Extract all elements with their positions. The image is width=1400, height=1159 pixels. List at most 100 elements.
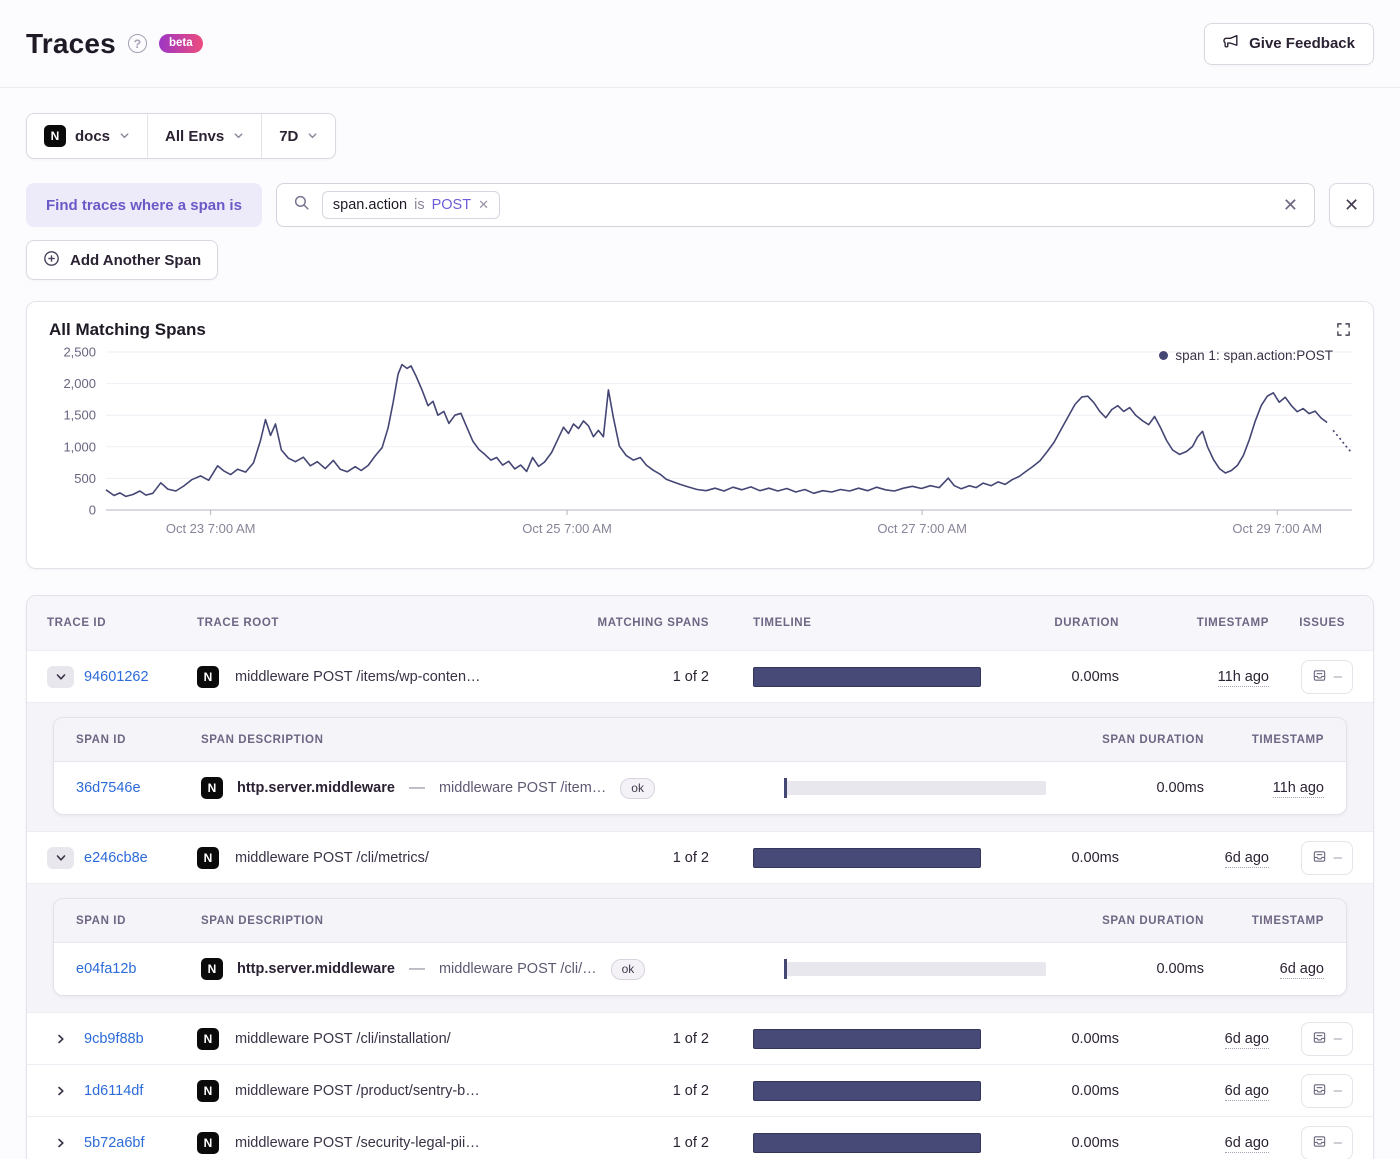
col-span-id: SPAN ID bbox=[76, 733, 126, 746]
trace-id-link[interactable]: 9cb9f88b bbox=[84, 1031, 144, 1047]
chevron-down-icon bbox=[119, 128, 130, 145]
table-row[interactable]: 94601262 N middleware POST /items/wp-con… bbox=[27, 650, 1373, 702]
issues-icon bbox=[1312, 1134, 1327, 1152]
span-timeline-bar[interactable] bbox=[784, 778, 1046, 798]
table-row[interactable]: 9cb9f88b N middleware POST /cli/installa… bbox=[27, 1012, 1373, 1064]
trace-id-link[interactable]: e246cb8e bbox=[84, 850, 148, 866]
trace-id-link[interactable]: 5b72a6bf bbox=[84, 1135, 144, 1151]
span-timeline-tick bbox=[784, 778, 787, 798]
table-row[interactable]: 1d6114df N middleware POST /product/sent… bbox=[27, 1064, 1373, 1116]
filter-token[interactable]: span.action is POST ✕ bbox=[321, 191, 500, 219]
svg-text:2,000: 2,000 bbox=[63, 376, 96, 391]
span-row[interactable]: e04fa12b N http.server.middleware — midd… bbox=[54, 943, 1346, 995]
col-span-id: SPAN ID bbox=[76, 914, 126, 927]
fullscreen-icon[interactable] bbox=[1334, 320, 1353, 342]
beta-badge: beta bbox=[158, 34, 203, 53]
trace-id-link[interactable]: 1d6114df bbox=[84, 1083, 143, 1099]
nextjs-project-icon: N bbox=[197, 1027, 219, 1050]
issues-button[interactable]: – bbox=[1300, 1021, 1353, 1056]
add-another-span-label: Add Another Span bbox=[70, 251, 202, 269]
col-timeline: TIMELINE bbox=[753, 617, 812, 629]
span-description-label: middleware POST /item… bbox=[438, 780, 607, 796]
help-icon[interactable]: ? bbox=[127, 34, 147, 53]
nextjs-project-icon: N bbox=[197, 1131, 219, 1154]
environment-filter-label: All Envs bbox=[165, 127, 225, 145]
svg-text:0: 0 bbox=[89, 503, 96, 518]
col-trace-id: TRACE ID bbox=[47, 617, 107, 629]
issues-count-dash: – bbox=[1333, 1134, 1342, 1151]
span-timestamp-value[interactable]: 11h ago bbox=[1272, 780, 1324, 798]
project-filter[interactable]: N docs bbox=[27, 114, 147, 158]
expand-chevron-icon[interactable] bbox=[47, 846, 74, 869]
timestamp-value[interactable]: 6d ago bbox=[1224, 1082, 1269, 1101]
span-status-badge: ok bbox=[620, 777, 655, 799]
timeline-bar[interactable] bbox=[753, 666, 981, 687]
expand-chevron-icon[interactable] bbox=[47, 1080, 74, 1102]
give-feedback-button[interactable]: Give Feedback bbox=[1204, 22, 1374, 65]
duration-value: 0.00ms bbox=[1071, 1082, 1119, 1099]
issues-count-dash: – bbox=[1333, 1030, 1342, 1047]
issues-button[interactable]: – bbox=[1300, 659, 1353, 694]
span-id-link[interactable]: e04fa12b bbox=[76, 961, 201, 977]
token-remove-icon[interactable]: ✕ bbox=[478, 197, 489, 213]
page-header: Traces ? beta Give Feedback bbox=[0, 0, 1400, 88]
matching-spans-count: 1 of 2 bbox=[672, 1134, 709, 1151]
remove-span-condition-button[interactable]: ✕ bbox=[1329, 183, 1374, 227]
expand-chevron-icon[interactable] bbox=[47, 665, 74, 688]
svg-text:Oct 27 7:00 AM: Oct 27 7:00 AM bbox=[877, 521, 967, 536]
timestamp-value[interactable]: 6d ago bbox=[1224, 1134, 1269, 1153]
table-row[interactable]: e246cb8e N middleware POST /cli/metrics/… bbox=[27, 831, 1373, 883]
timeline-bar[interactable] bbox=[753, 1080, 981, 1101]
timestamp-value[interactable]: 11h ago bbox=[1217, 668, 1269, 687]
span-timestamp-value[interactable]: 6d ago bbox=[1279, 961, 1324, 979]
span-search-input[interactable]: span.action is POST ✕ ✕ bbox=[275, 183, 1315, 227]
issues-button[interactable]: – bbox=[1300, 1073, 1353, 1108]
project-filter-label: docs bbox=[75, 127, 111, 145]
issues-button[interactable]: – bbox=[1300, 1125, 1353, 1159]
col-timestamp: TIMESTAMP bbox=[1196, 617, 1269, 629]
timestamp-value[interactable]: 6d ago bbox=[1224, 1030, 1269, 1049]
matching-spans-count: 1 of 2 bbox=[672, 1030, 709, 1047]
timeline-bar[interactable] bbox=[753, 1132, 981, 1153]
nextjs-project-icon: N bbox=[197, 846, 219, 869]
issues-button[interactable]: – bbox=[1300, 840, 1353, 875]
nextjs-project-icon: N bbox=[44, 125, 66, 147]
matching-spans-chart-panel: All Matching Spans span 1: span.action:P… bbox=[26, 301, 1374, 569]
timestamp-value[interactable]: 6d ago bbox=[1224, 849, 1269, 868]
col-span-duration: SPAN DURATION bbox=[1102, 914, 1204, 927]
page-title: Traces bbox=[26, 27, 116, 59]
spans-subtable: SPAN ID SPAN DESCRIPTION SPAN DURATION T… bbox=[53, 898, 1347, 996]
chart-title: All Matching Spans bbox=[49, 320, 206, 339]
search-clear-icon[interactable]: ✕ bbox=[1283, 195, 1298, 216]
plus-circle-icon bbox=[43, 250, 60, 271]
expand-chevron-icon[interactable] bbox=[47, 1028, 74, 1050]
environment-filter[interactable]: All Envs bbox=[147, 114, 261, 158]
expand-chevron-icon[interactable] bbox=[47, 1132, 74, 1154]
trace-id-link[interactable]: 94601262 bbox=[84, 669, 149, 685]
col-span-duration: SPAN DURATION bbox=[1102, 733, 1204, 746]
date-range-filter[interactable]: 7D bbox=[261, 114, 335, 158]
span-row[interactable]: 36d7546e N http.server.middleware — midd… bbox=[54, 762, 1346, 814]
token-key: span.action bbox=[332, 197, 408, 213]
legend-label: span 1: span.action:POST bbox=[1175, 348, 1333, 363]
span-status-badge: ok bbox=[610, 958, 646, 980]
nextjs-project-icon: N bbox=[197, 1079, 219, 1102]
svg-text:1,500: 1,500 bbox=[63, 408, 96, 423]
duration-value: 0.00ms bbox=[1071, 1030, 1119, 1047]
span-timeline-bar[interactable] bbox=[784, 959, 1046, 979]
timeline-bar[interactable] bbox=[753, 847, 981, 868]
table-row[interactable]: 5b72a6bf N middleware POST /security-leg… bbox=[27, 1116, 1373, 1159]
span-timeline-tick bbox=[784, 959, 787, 979]
add-another-span-button[interactable]: Add Another Span bbox=[26, 240, 219, 280]
trace-root-label: middleware POST /product/sentry-b… bbox=[235, 1082, 480, 1099]
span-duration-value: 0.00ms bbox=[1156, 780, 1204, 796]
search-icon bbox=[293, 194, 310, 216]
token-value: POST bbox=[431, 197, 472, 213]
nextjs-project-icon: N bbox=[201, 777, 223, 799]
matching-spans-count: 1 of 2 bbox=[672, 849, 709, 866]
chevron-down-icon bbox=[233, 128, 244, 145]
svg-text:Oct 23 7:00 AM: Oct 23 7:00 AM bbox=[166, 521, 256, 536]
span-id-link[interactable]: 36d7546e bbox=[76, 780, 201, 796]
dash-separator: — bbox=[408, 960, 425, 977]
timeline-bar[interactable] bbox=[753, 1028, 981, 1049]
